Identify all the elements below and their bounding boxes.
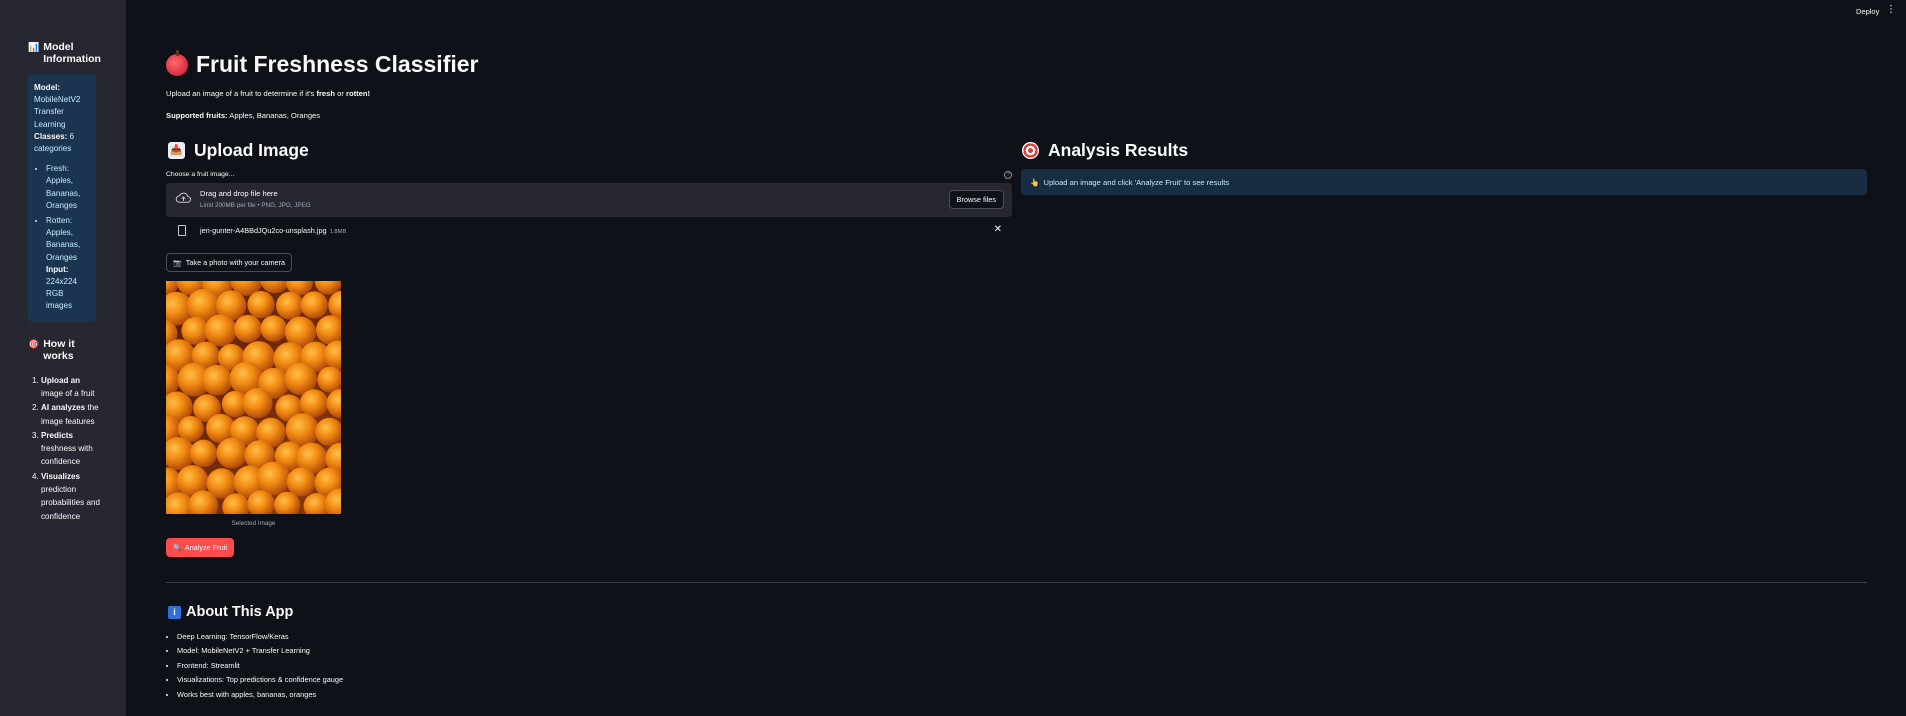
deploy-button[interactable]: Deploy	[1856, 7, 1879, 16]
step-item: Visualizes prediction probabilities and …	[41, 470, 104, 523]
step-item: Upload an image of a fruit	[41, 374, 104, 401]
page-title: Fruit Freshness Classifier	[166, 49, 479, 78]
orange	[260, 315, 287, 342]
about-item: Frontend: Streamlit	[177, 659, 343, 673]
how-it-works-steps: Upload an image of a fruit AI analyzes t…	[41, 374, 104, 523]
orange	[299, 389, 329, 418]
orange	[189, 439, 218, 468]
camera-icon: 📷	[173, 259, 182, 267]
orange	[286, 467, 316, 497]
sidebar: 📊 Model Information Model: MobileNetV2 T…	[0, 0, 126, 716]
classes-line: Classes: 6 categories	[34, 131, 75, 154]
input-line: Input: 224x224 RGB images	[46, 264, 78, 311]
orange	[201, 364, 233, 396]
page-subtitle: Upload an image of a fruit to determine …	[166, 89, 371, 98]
browse-files-button[interactable]: Browse files	[948, 190, 1004, 209]
model-info-title: Model Information	[43, 41, 101, 65]
about-list: Deep Learning: TensorFlow/Keras Model: M…	[177, 630, 343, 702]
oranges-photo	[166, 281, 341, 514]
classes-list: Fresh: Apples, Bananas, Oranges Rotten: …	[46, 163, 90, 264]
main-menu-icon[interactable]: ⋮	[1886, 4, 1896, 15]
upload-heading: 📥 Upload Image	[168, 140, 309, 161]
apple-icon	[166, 49, 188, 76]
camera-button[interactable]: 📷 Take a photo with your camera	[166, 253, 293, 272]
model-info-heading: 📊 Model Information	[28, 41, 104, 65]
orange	[242, 387, 273, 419]
model-line: Model: MobileNetV2 Transfer Learning	[34, 83, 81, 129]
selected-image	[166, 281, 341, 514]
file-dropzone[interactable]: Drag and drop file here Limit 200MB per …	[166, 183, 1012, 217]
remove-file-icon[interactable]: ✕	[994, 224, 1002, 235]
about-item: Visualizations: Top predictions & confid…	[177, 673, 343, 687]
uploaded-file-row: jen-gunter-A4BBdJQu2co-unsplash.jpg 1.8MB…	[166, 224, 1012, 238]
file-size: 1.8MB	[329, 229, 347, 235]
orange	[204, 314, 237, 347]
about-item: Model: MobileNetV2 + Transfer Learning	[177, 644, 343, 658]
help-icon[interactable]: ?	[1004, 171, 1012, 179]
about-heading: i About This App	[168, 604, 293, 620]
uploader-label: Choose a fruit image...	[166, 171, 235, 178]
dropzone-title: Drag and drop file here	[200, 189, 278, 198]
how-title: How it works	[43, 337, 75, 362]
orange	[247, 291, 275, 319]
fresh-item: Fresh: Apples, Bananas, Oranges	[46, 163, 90, 212]
target-icon: 🎯	[28, 338, 40, 349]
uploaded-file-name: jen-gunter-A4BBdJQu2co-unsplash.jpg 1.8MB	[200, 226, 347, 235]
bar-chart-icon: 📊	[28, 42, 40, 52]
orange	[275, 291, 304, 320]
orange	[234, 314, 262, 343]
magnifier-icon: 🔍	[173, 544, 182, 552]
supported-fruits: Supported fruits: Apples, Bananas, Orang…	[166, 111, 321, 120]
how-it-works-heading: 🎯 How it works	[28, 338, 104, 362]
orange	[216, 437, 248, 469]
section-divider	[166, 582, 1867, 583]
results-heading: Analysis Results	[1022, 140, 1188, 161]
cloud-upload-icon	[175, 192, 192, 203]
file-icon	[178, 225, 186, 236]
info-icon: i	[168, 605, 181, 619]
target-icon	[1022, 142, 1039, 159]
model-info-box: Model: MobileNetV2 Transfer Learning Cla…	[28, 74, 96, 322]
inbox-tray-icon: 📥	[168, 142, 185, 159]
about-item: Deep Learning: TensorFlow/Keras	[177, 630, 343, 644]
step-item: AI analyzes the image features	[41, 401, 104, 428]
orange	[300, 291, 328, 319]
results-info-alert: 👆 Upload an image and click 'Analyze Fru…	[1021, 169, 1867, 195]
rotten-item: Rotten: Apples, Bananas, Oranges	[46, 215, 90, 264]
about-item: Works best with apples, bananas, oranges	[177, 688, 343, 702]
image-caption: Selected Image	[231, 520, 276, 527]
analyze-fruit-button[interactable]: 🔍 Analyze Fruit	[166, 538, 235, 557]
dropzone-limit: Limit 200MB per file • PNG, JPG, JPEG	[200, 202, 311, 209]
step-item: Predicts freshness with confidence	[41, 429, 104, 469]
pointing-hand-icon: 👆	[1030, 177, 1040, 187]
